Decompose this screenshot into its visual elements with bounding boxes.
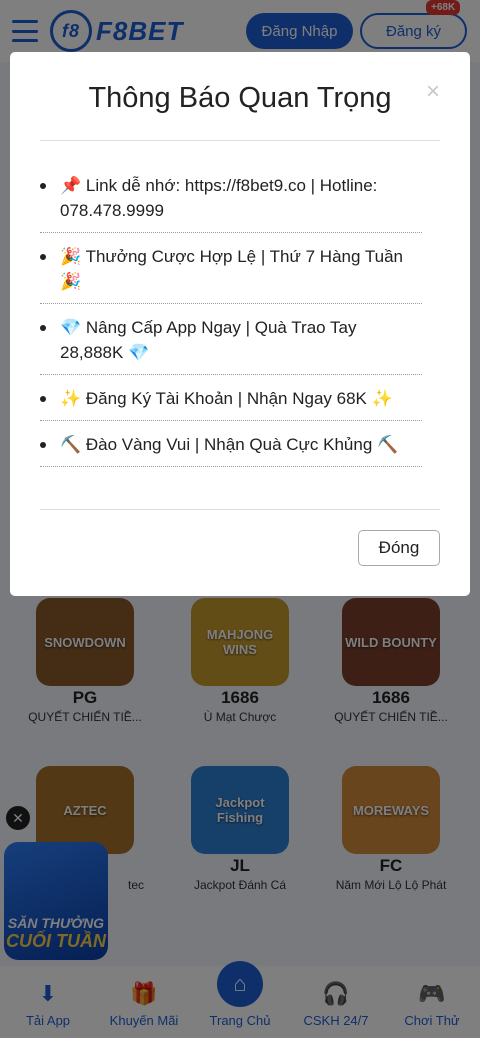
divider <box>40 509 440 510</box>
list-item: 📌 Link dễ nhớ: https://f8bet9.co | Hotli… <box>40 162 422 233</box>
list-item: ✨ Đăng Ký Tài Khoản | Nhận Ngay 68K ✨ <box>40 375 422 421</box>
notice-list: 📌 Link dễ nhớ: https://f8bet9.co | Hotli… <box>40 162 422 467</box>
list-item: 💎 Nâng Cấp App Ngay | Quà Trao Tay 28,88… <box>40 304 422 375</box>
list-item: ⛏️ Đào Vàng Vui | Nhận Quà Cực Khủng ⛏️ <box>40 421 422 467</box>
close-icon[interactable]: × <box>422 80 444 104</box>
modal-title: Thông Báo Quan Trọng <box>88 82 392 114</box>
list-item: 🎉 Thưởng Cược Hợp Lệ | Thứ 7 Hàng Tuần 🎉 <box>40 233 422 304</box>
close-button[interactable]: Đóng <box>358 530 440 566</box>
divider <box>40 140 440 141</box>
important-notice-modal: Thông Báo Quan Trọng × 📌 Link dễ nhớ: ht… <box>10 52 470 596</box>
